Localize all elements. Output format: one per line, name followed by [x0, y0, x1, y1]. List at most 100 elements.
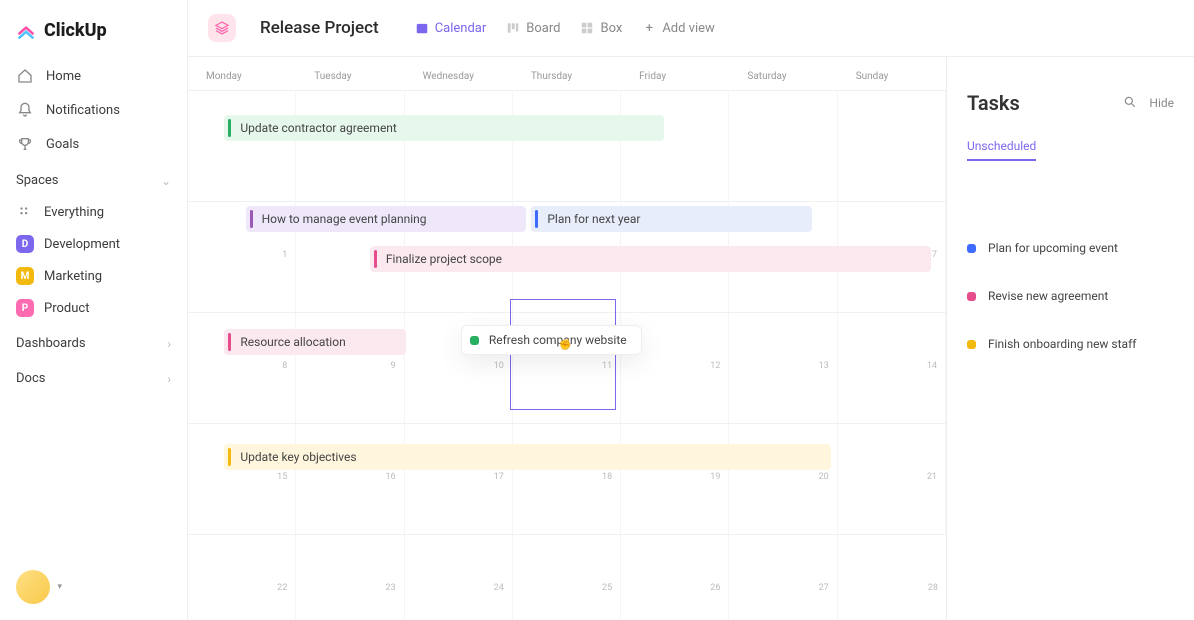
nav-home[interactable]: Home	[0, 59, 187, 93]
docs-header[interactable]: Docs ›	[0, 359, 187, 394]
view-board[interactable]: Board	[506, 21, 560, 36]
weekday-label: Monday	[188, 57, 296, 90]
space-badge: P	[16, 299, 34, 317]
add-view[interactable]: + Add view	[642, 21, 715, 36]
view-label: Calendar	[435, 21, 487, 36]
search-icon[interactable]	[1123, 95, 1137, 112]
user-avatar[interactable]	[16, 570, 50, 604]
weekday-label: Friday	[621, 57, 729, 90]
day-cell[interactable]: 14	[838, 313, 946, 423]
hide-button[interactable]: Hide	[1149, 96, 1174, 110]
event-update-objectives[interactable]: Update key objectives	[224, 444, 830, 470]
space-development[interactable]: D Development	[0, 228, 187, 260]
day-cell[interactable]: 20	[729, 424, 837, 534]
section-label: Docs	[16, 371, 45, 386]
day-cell[interactable]	[729, 91, 837, 201]
day-number: 21	[927, 472, 937, 482]
event-resource-allocation[interactable]: Resource allocation	[224, 329, 406, 355]
day-cell[interactable]: 19	[621, 424, 729, 534]
section-label: Dashboards	[16, 336, 86, 351]
space-label: Development	[44, 237, 120, 252]
day-cell[interactable]	[405, 91, 513, 201]
task-item[interactable]: Revise new agreement	[967, 289, 1174, 303]
weekday-label: Sunday	[838, 57, 946, 90]
task-color-dot	[967, 292, 976, 301]
logo-icon	[16, 21, 36, 41]
tab-unscheduled[interactable]: Unscheduled	[967, 139, 1036, 161]
task-item[interactable]: Finish onboarding new staff	[967, 337, 1174, 351]
day-cell[interactable]	[513, 91, 621, 201]
day-cell[interactable]: 26	[621, 535, 729, 620]
task-color-dot	[470, 336, 479, 345]
day-number: 24	[494, 583, 504, 593]
view-label: Add view	[662, 21, 715, 36]
event-label: Resource allocation	[240, 335, 345, 349]
day-cell[interactable]: 24	[405, 535, 513, 620]
event-manage-planning[interactable]: How to manage event planning	[246, 206, 526, 232]
day-cell[interactable]	[188, 91, 296, 201]
day-cell[interactable]	[621, 91, 729, 201]
dragging-task-card[interactable]: Refresh company website	[461, 325, 642, 355]
day-number: 7	[932, 250, 937, 260]
day-cell[interactable]: 13	[729, 313, 837, 423]
day-number: 15	[277, 472, 287, 482]
day-number: 28	[928, 583, 938, 593]
view-box[interactable]: Box	[580, 21, 622, 36]
nav-label: Goals	[46, 137, 79, 152]
day-cell[interactable]: 15	[188, 424, 296, 534]
day-cell[interactable]: 27	[729, 535, 837, 620]
day-number: 8	[282, 361, 287, 371]
day-cell[interactable]: 28	[838, 535, 946, 620]
task-label: Revise new agreement	[988, 289, 1108, 303]
logo[interactable]: ClickUp	[0, 14, 187, 59]
day-cell[interactable]	[838, 91, 946, 201]
chevron-right-icon: ›	[167, 372, 171, 386]
calendar-grid[interactable]: Monday Tuesday Wednesday Thursday Friday…	[188, 57, 946, 620]
event-finalize-scope[interactable]: Finalize project scope	[370, 246, 931, 272]
view-label: Board	[526, 21, 560, 36]
nav-label: Home	[46, 69, 81, 84]
box-icon	[580, 21, 594, 35]
day-cell[interactable]: 18	[513, 424, 621, 534]
section-label: Spaces	[16, 173, 59, 188]
day-number: 22	[277, 583, 287, 593]
view-calendar[interactable]: Calendar	[415, 21, 487, 36]
day-number: 18	[602, 472, 612, 482]
day-cell[interactable]: 17	[405, 424, 513, 534]
event-plan-next-year[interactable]: Plan for next year	[531, 206, 811, 232]
task-label: Plan for upcoming event	[988, 241, 1118, 255]
nav-notifications[interactable]: Notifications	[0, 93, 187, 127]
task-label: Finish onboarding new staff	[988, 337, 1136, 351]
space-label: Product	[44, 301, 89, 316]
plus-icon: +	[642, 21, 656, 35]
space-product[interactable]: P Product	[0, 292, 187, 324]
day-number: 20	[819, 472, 829, 482]
space-marketing[interactable]: M Marketing	[0, 260, 187, 292]
day-number: 1	[282, 250, 287, 260]
day-cell[interactable]: 23	[296, 535, 404, 620]
task-color-dot	[967, 340, 976, 349]
task-item[interactable]: Plan for upcoming event	[967, 241, 1174, 255]
day-cell[interactable]: 21	[838, 424, 946, 534]
event-update-contractor[interactable]: Update contractor agreement	[224, 115, 664, 141]
spaces-header[interactable]: Spaces ⌄	[0, 161, 187, 196]
day-number: 9	[391, 361, 396, 371]
tasks-panel: Tasks Hide Unscheduled Plan for upcoming…	[946, 57, 1194, 620]
weekday-label: Tuesday	[296, 57, 404, 90]
day-cell[interactable]: 16	[296, 424, 404, 534]
event-label: Finalize project scope	[386, 252, 502, 266]
nav-goals[interactable]: Goals	[0, 127, 187, 161]
day-number: 10	[494, 361, 504, 371]
day-cell[interactable]: 22	[188, 535, 296, 620]
space-everything[interactable]: Everything	[0, 196, 187, 228]
dashboards-header[interactable]: Dashboards ›	[0, 324, 187, 359]
day-cell[interactable]: 25	[513, 535, 621, 620]
weekday-label: Wednesday	[405, 57, 513, 90]
day-number: 26	[710, 583, 720, 593]
home-icon	[16, 67, 34, 85]
nav-label: Notifications	[46, 103, 120, 118]
day-cell[interactable]	[296, 91, 404, 201]
task-color-dot	[967, 244, 976, 253]
space-label: Everything	[44, 205, 104, 220]
event-label: Update contractor agreement	[240, 121, 396, 135]
